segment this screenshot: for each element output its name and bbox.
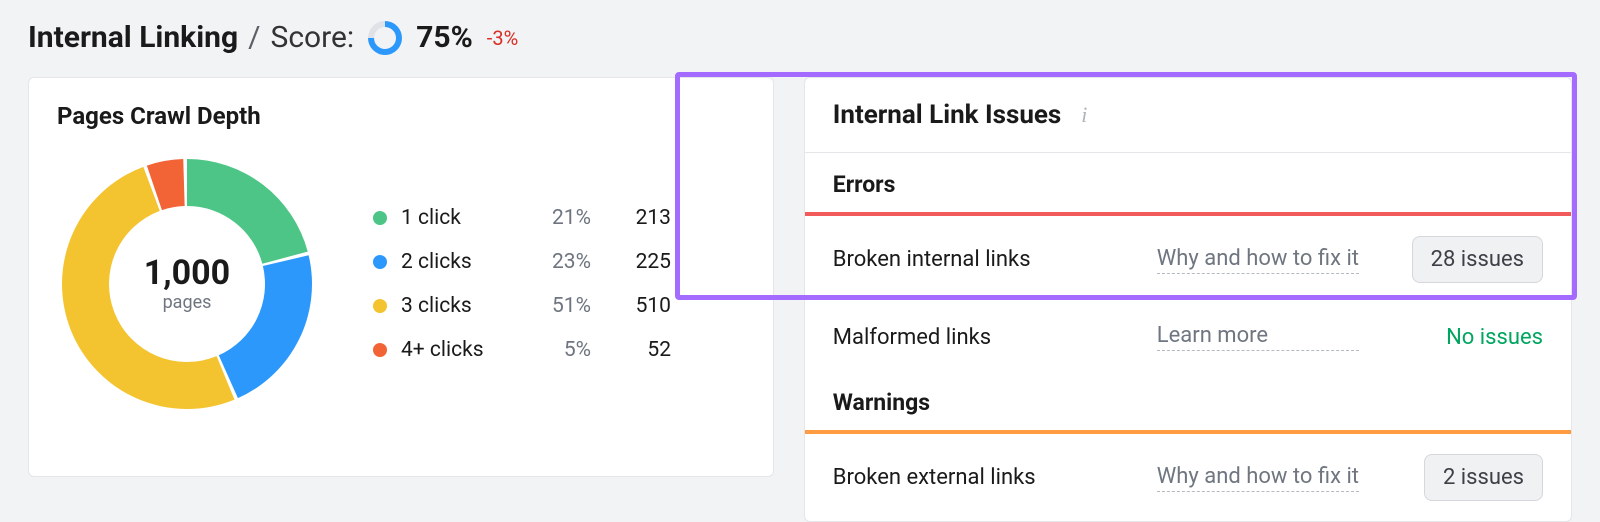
crawl-depth-card: Pages Crawl Depth 1,000 pages 1 click 21%…: [28, 77, 774, 477]
legend-label: 2 clicks: [401, 250, 511, 274]
crawl-depth-donut-chart: 1,000 pages: [57, 154, 317, 414]
issue-hint-link[interactable]: Learn more: [1157, 323, 1359, 351]
info-icon[interactable]: i: [1073, 104, 1095, 126]
legend-count: 213: [605, 206, 671, 230]
issue-row: Broken internal links Why and how to fix …: [805, 216, 1571, 303]
legend-dot-icon: [373, 211, 387, 225]
issue-result: 2 issues: [1383, 454, 1543, 501]
breadcrumb-separator: /: [248, 20, 260, 55]
legend-dot-icon: [373, 343, 387, 357]
legend-label: 4+ clicks: [401, 338, 511, 362]
legend-count: 510: [605, 294, 671, 318]
score-label: Score:: [271, 20, 355, 55]
issues-card-title: Internal Link Issues: [833, 100, 1062, 130]
legend-count: 225: [605, 250, 671, 274]
crawl-depth-legend: 1 click 21% 213 2 clicks 23% 225 3 clicks 51% 51…: [373, 196, 671, 372]
legend-row[interactable]: 1 click 21% 213: [373, 196, 671, 240]
no-issues-label: No issues: [1446, 325, 1543, 350]
score-ring-icon: [368, 21, 402, 55]
errors-section-title: Errors: [805, 153, 1571, 212]
legend-percent: 21%: [525, 206, 591, 230]
issue-count-badge[interactable]: 28 issues: [1412, 236, 1543, 283]
legend-percent: 51%: [525, 294, 591, 318]
issue-name: Broken internal links: [833, 247, 1133, 272]
issue-name: Malformed links: [833, 325, 1133, 350]
issue-hint-link[interactable]: Why and how to fix it: [1157, 246, 1359, 274]
crawl-depth-title: Pages Crawl Depth: [57, 102, 745, 130]
warnings-section-title: Warnings: [805, 371, 1571, 430]
score-value: 75%: [416, 20, 473, 55]
issue-row: Malformed links Learn more No issues: [805, 303, 1571, 371]
legend-label: 3 clicks: [401, 294, 511, 318]
legend-row[interactable]: 3 clicks 51% 510: [373, 284, 671, 328]
issue-hint-link[interactable]: Why and how to fix it: [1157, 464, 1359, 492]
legend-label: 1 click: [401, 206, 511, 230]
issue-name: Broken external links: [833, 465, 1133, 490]
legend-row[interactable]: 2 clicks 23% 225: [373, 240, 671, 284]
issue-result: No issues: [1383, 325, 1543, 350]
donut-total-value: 1,000: [144, 256, 230, 290]
legend-count: 52: [605, 338, 671, 362]
legend-dot-icon: [373, 299, 387, 313]
page-header: Internal Linking / Score: 75% -3%: [28, 20, 1572, 55]
donut-total-label: pages: [163, 292, 212, 313]
legend-row[interactable]: 4+ clicks 5% 52: [373, 328, 671, 372]
internal-link-issues-card: Internal Link Issues i Errors Broken int…: [804, 77, 1572, 522]
legend-dot-icon: [373, 255, 387, 269]
issue-count-badge[interactable]: 2 issues: [1424, 454, 1543, 501]
score-delta: -3%: [487, 26, 518, 50]
issue-result: 28 issues: [1383, 236, 1543, 283]
legend-percent: 23%: [525, 250, 591, 274]
issue-row: Broken external links Why and how to fix …: [805, 434, 1571, 521]
legend-percent: 5%: [525, 338, 591, 362]
page-title: Internal Linking: [28, 20, 238, 55]
